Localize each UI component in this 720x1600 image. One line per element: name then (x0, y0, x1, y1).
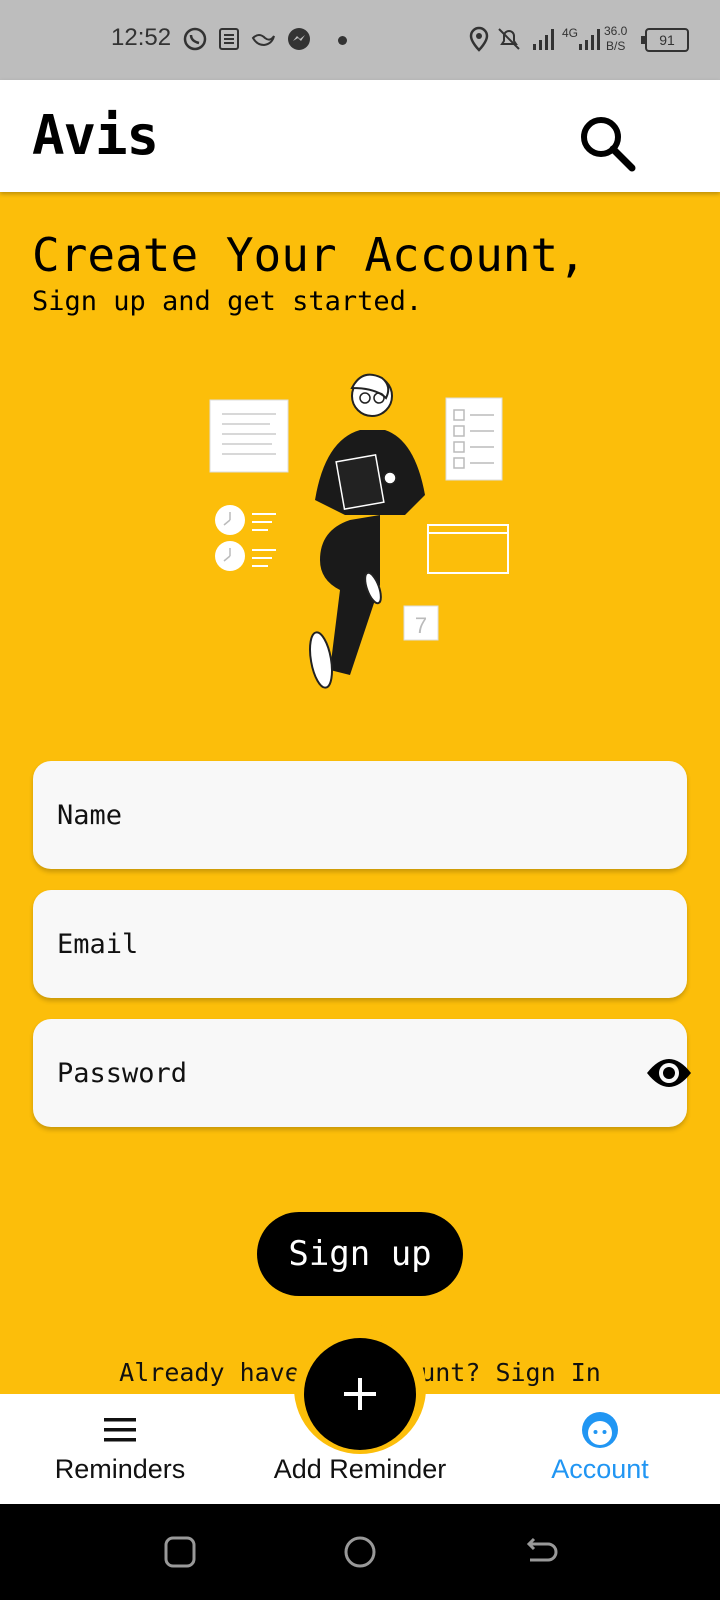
battery-indicator: 91 (641, 28, 689, 52)
password-input[interactable] (57, 1019, 597, 1127)
nav-label-reminders: Reminders (54, 1454, 186, 1484)
svg-text:7: 7 (415, 613, 427, 638)
nav-add-reminder[interactable]: Add Reminder (240, 1410, 480, 1500)
status-time: 12:52 (111, 24, 172, 51)
name-field[interactable] (33, 761, 687, 869)
page-title: Create Your Account, (32, 228, 586, 282)
location-icon (469, 26, 489, 52)
network-speed: 36.0 B/S (604, 24, 627, 54)
home-icon[interactable] (342, 1534, 378, 1570)
status-bar: 12:52 4G 36.0 B/S 91 (0, 0, 720, 80)
network-speed-value: 36.0 (604, 24, 628, 38)
email-field[interactable] (33, 890, 687, 998)
system-nav-bar (0, 1504, 720, 1600)
nav-label-account: Account (551, 1454, 649, 1484)
recent-apps-icon[interactable] (162, 1534, 198, 1570)
signal-icon (533, 29, 554, 50)
messenger-icon (288, 28, 310, 50)
search-icon[interactable] (576, 112, 640, 176)
bell-off-icon (498, 28, 520, 50)
list-app-icon (219, 28, 239, 50)
network-speed-unit: B/S (606, 39, 626, 53)
signup-button[interactable]: Sign up (257, 1212, 463, 1296)
name-input[interactable] (57, 761, 597, 869)
back-icon[interactable] (522, 1534, 558, 1570)
app-title: Avis (32, 104, 159, 167)
eye-icon[interactable] (645, 1053, 693, 1093)
page-subtitle: Sign up and get started. (32, 286, 423, 317)
email-input[interactable] (57, 890, 597, 998)
account-face-icon (582, 1412, 618, 1448)
bird-icon (251, 34, 275, 47)
nav-label-add-reminder: Add Reminder (273, 1454, 447, 1484)
menu-icon (104, 1418, 136, 1442)
nav-reminders[interactable]: Reminders (0, 1410, 240, 1500)
notification-dot (338, 36, 347, 45)
nav-account[interactable]: Account (480, 1410, 720, 1500)
signup-illustration: 7 (209, 373, 509, 689)
password-field[interactable] (33, 1019, 691, 1127)
signal-icon-2 (579, 29, 600, 50)
whatsapp-icon (183, 27, 207, 51)
